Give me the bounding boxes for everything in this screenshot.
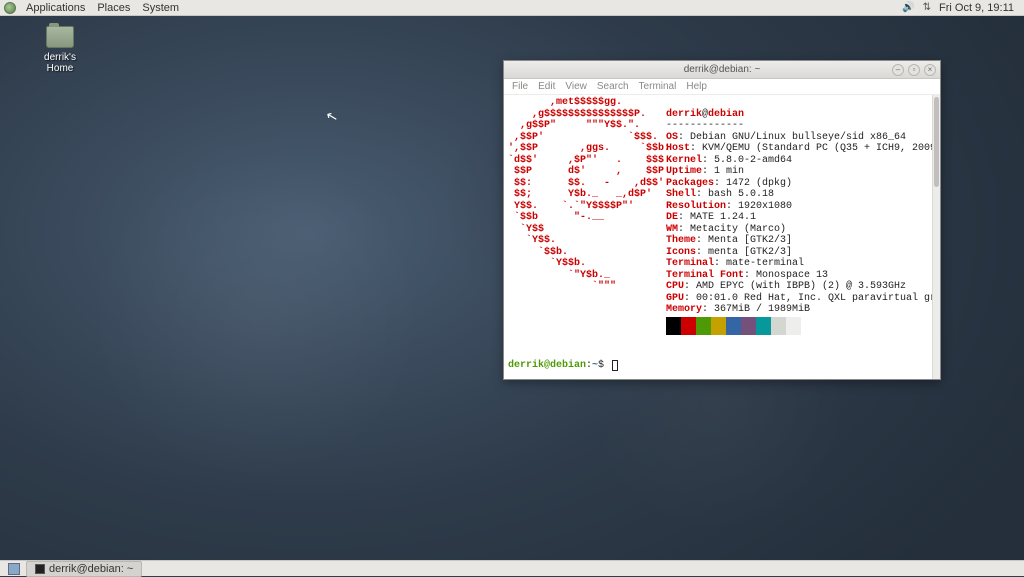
menu-system[interactable]: System xyxy=(136,2,185,14)
terminal-window[interactable]: derrik@debian: ~ – ▫ × File Edit View Se… xyxy=(503,60,941,380)
terminal-icon xyxy=(35,564,45,574)
window-titlebar[interactable]: derrik@debian: ~ – ▫ × xyxy=(504,61,940,79)
menu-applications[interactable]: Applications xyxy=(20,2,91,14)
shell-prompt[interactable]: derrik@debian:~$ xyxy=(508,360,618,372)
color-swatch xyxy=(681,317,696,335)
menu-terminal[interactable]: Terminal xyxy=(639,81,677,92)
terminal-menubar: File Edit View Search Terminal Help xyxy=(504,79,940,95)
neofetch-ascii-logo: ,met$$$$$gg. ,g$$$$$$$$$$$$$$$P. ,g$$P" … xyxy=(508,97,670,293)
color-swatch xyxy=(711,317,726,335)
show-desktop-button[interactable] xyxy=(8,563,20,575)
color-swatch xyxy=(771,317,786,335)
mate-logo-icon[interactable] xyxy=(4,2,16,14)
home-folder-label: derrik's Home xyxy=(30,52,90,74)
minimize-button[interactable]: – xyxy=(892,64,904,76)
color-swatch xyxy=(741,317,756,335)
bottom-panel: derrik@debian: ~ xyxy=(0,560,1024,576)
text-cursor-icon xyxy=(612,360,618,371)
home-folder-icon[interactable]: derrik's Home xyxy=(30,26,90,74)
menu-places[interactable]: Places xyxy=(91,2,136,14)
maximize-button[interactable]: ▫ xyxy=(908,64,920,76)
color-swatch xyxy=(756,317,771,335)
folder-icon xyxy=(46,26,74,48)
color-swatch xyxy=(726,317,741,335)
menu-help[interactable]: Help xyxy=(686,81,707,92)
close-button[interactable]: × xyxy=(924,64,936,76)
terminal-body[interactable]: ,met$$$$$gg. ,g$$$$$$$$$$$$$$$P. ,g$$P" … xyxy=(504,95,940,379)
menu-file[interactable]: File xyxy=(512,81,528,92)
taskbar-item-terminal[interactable]: derrik@debian: ~ xyxy=(26,561,142,577)
window-title: derrik@debian: ~ xyxy=(684,64,761,75)
menu-edit[interactable]: Edit xyxy=(538,81,555,92)
color-swatch xyxy=(696,317,711,335)
volume-icon[interactable]: 🔊 xyxy=(902,2,914,13)
taskbar-item-label: derrik@debian: ~ xyxy=(49,563,133,575)
top-panel: Applications Places System 🔊 ⇅ Fri Oct 9… xyxy=(0,0,1024,16)
clock[interactable]: Fri Oct 9, 19:11 xyxy=(939,2,1014,14)
neofetch-info: derrik@debian ------------- OS: Debian G… xyxy=(666,97,940,327)
color-swatch xyxy=(786,317,801,335)
menu-search[interactable]: Search xyxy=(597,81,629,92)
terminal-scrollbar[interactable] xyxy=(932,95,940,379)
network-icon[interactable]: ⇅ xyxy=(923,2,931,13)
color-swatch xyxy=(666,317,681,335)
scrollbar-thumb[interactable] xyxy=(934,97,939,187)
menu-view[interactable]: View xyxy=(565,81,587,92)
neofetch-color-swatches xyxy=(666,317,801,335)
